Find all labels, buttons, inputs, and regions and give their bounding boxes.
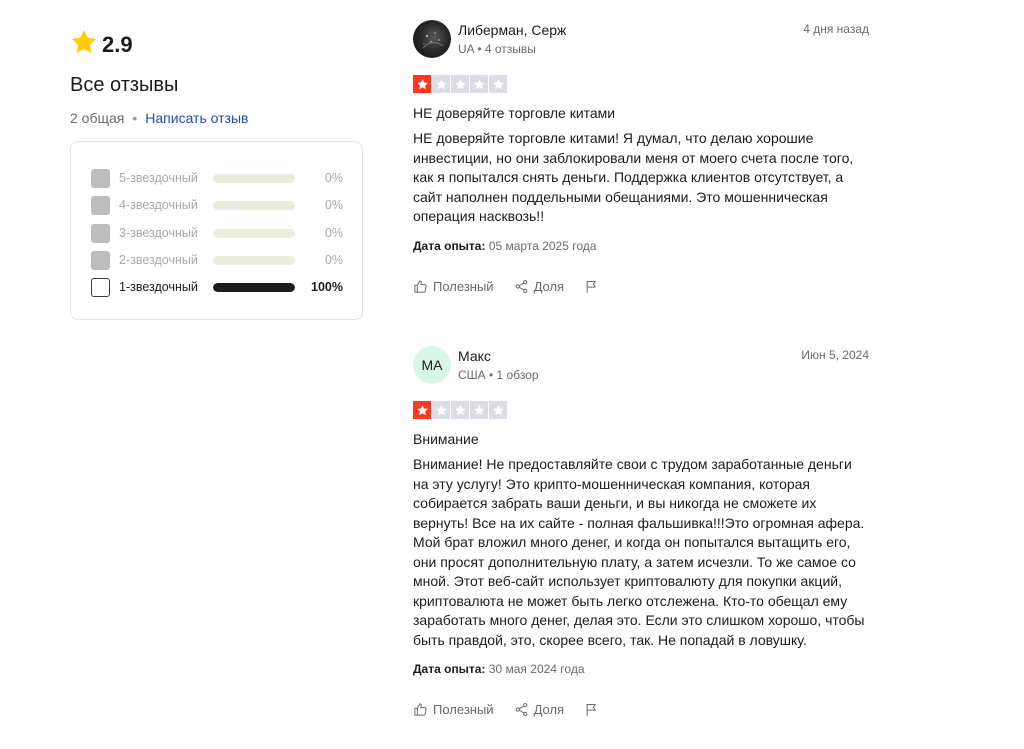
flag-icon [586,280,596,293]
share-button[interactable]: Доля [514,278,565,294]
review-body: Внимание! Не предоставляйте свои с трудо… [413,456,865,648]
experience-date-label: Дата опыта: [413,662,486,676]
total-count: 2 общая [70,110,125,126]
review-body: НЕ доверяйте торговле китами! Я думал, ч… [413,130,854,224]
distribution-row-2: 2-звездочный 0% [91,250,353,270]
filter-checkbox-4 [91,195,110,215]
filter-checkbox-2 [91,250,110,270]
experience-date: Дата опыта: 30 мая 2024 года [413,662,869,676]
thumbs-up-icon [414,703,427,716]
distribution-row-5: 5-звездочный 0% [91,168,353,188]
report-button[interactable] [584,702,604,717]
review-star-rating [413,401,869,419]
review-card: MA Макс США • 1 обзор Июн 5, 2024 Вниман… [413,346,869,717]
helpful-button[interactable]: Полезный [413,279,494,294]
rating-distribution-card: 5-звездочный 0% 4-звездочный 0% 3-звездо… [70,141,363,320]
distribution-percent: 0% [324,226,343,240]
star-icon [492,404,504,415]
star-filled [413,401,431,419]
review-title[interactable]: Внимание [413,431,869,447]
rating-value: 2.9 [102,31,133,57]
review-header: MA Макс США • 1 обзор Июн 5, 2024 [413,346,869,386]
distribution-row-4: 4-звездочный 0% [91,195,353,215]
distribution-percent: 0% [324,198,343,212]
distribution-label: 4-звездочный [119,198,198,212]
star-icon [473,78,485,89]
filter-checkbox-1[interactable] [91,277,110,297]
distribution-percent: 100% [311,280,343,294]
experience-date-value: 30 мая 2024 года [488,662,585,676]
helpful-button[interactable]: Полезный [413,702,494,717]
separator-dot: • [132,110,138,126]
star-icon [454,404,466,415]
star-icon [416,78,428,89]
helpful-label: Полезный [433,278,494,294]
distribution-bar [213,255,295,265]
star-empty [489,401,507,419]
distribution-bar [213,228,295,238]
distribution-label: 5-звездочный [119,171,198,185]
star-filled [413,75,431,93]
star-icon [70,28,98,61]
review-header: Либерман, Серж UA • 4 отзывы 4 дня назад [413,20,869,60]
distribution-label: 2-звездочный [119,253,198,267]
star-icon [473,404,485,415]
distribution-row-3: 3-звездочный 0% [91,223,353,243]
star-icon [416,404,428,415]
distribution-bar [213,282,295,292]
star-empty [489,75,507,93]
filter-checkbox-5 [91,168,110,188]
star-empty [470,75,488,93]
thumbs-up-icon [414,279,427,293]
share-label: Доля [533,278,565,294]
star-icon [454,78,466,89]
share-icon [515,703,527,716]
review-author[interactable]: Макс [458,348,491,364]
avatar[interactable] [413,20,451,58]
write-review-link[interactable]: Написать отзыв [145,110,248,126]
review-date: 4 дня назад [803,22,869,36]
distribution-row-1[interactable]: 1-звездочный 100% [91,277,353,297]
experience-date: Дата опыта: 05 марта 2025 года [413,239,869,253]
review-card: Либерман, Серж UA • 4 отзывы 4 дня назад… [413,20,869,294]
star-empty [470,401,488,419]
review-author-meta: UA • 4 отзывы [458,42,536,56]
star-empty [432,401,450,419]
star-empty [451,401,469,419]
distribution-percent: 0% [324,253,343,267]
flag-icon [586,703,596,716]
experience-date-label: Дата опыта: [413,238,486,253]
star-icon [435,404,447,415]
distribution-percent: 0% [324,171,343,185]
share-button[interactable]: Доля [514,702,565,717]
share-icon [515,279,527,293]
star-empty [432,75,450,93]
distribution-bar [213,200,295,210]
distribution-label: 1-звездочный [119,280,198,294]
avatar-image-icon [422,32,444,49]
review-actions: Полезный Доля [413,279,869,294]
share-label: Доля [533,702,565,717]
review-actions: Полезный Доля [413,702,869,717]
all-reviews-heading: Все отзывы [70,74,179,96]
review-title[interactable]: НЕ доверяйте торговле китами [413,105,869,121]
review-date: Июн 5, 2024 [801,348,869,362]
review-author[interactable]: Либерман, Серж [458,22,566,38]
experience-date-value: 05 марта 2025 года [488,238,597,253]
star-icon [435,78,447,89]
distribution-bar-fill [213,282,295,292]
filter-checkbox-3 [91,223,110,243]
star-empty [451,75,469,93]
report-button[interactable] [584,279,604,294]
avatar[interactable]: MA [413,346,451,384]
distribution-bar [213,173,295,183]
star-icon [492,78,504,89]
rating-summary: 2.9 [70,28,133,61]
review-star-rating [413,75,869,93]
review-totals: 2 общая • Написать отзыв [70,110,248,126]
review-author-meta: США • 1 обзор [458,368,539,382]
distribution-label: 3-звездочный [119,226,198,240]
helpful-label: Полезный [433,702,494,717]
